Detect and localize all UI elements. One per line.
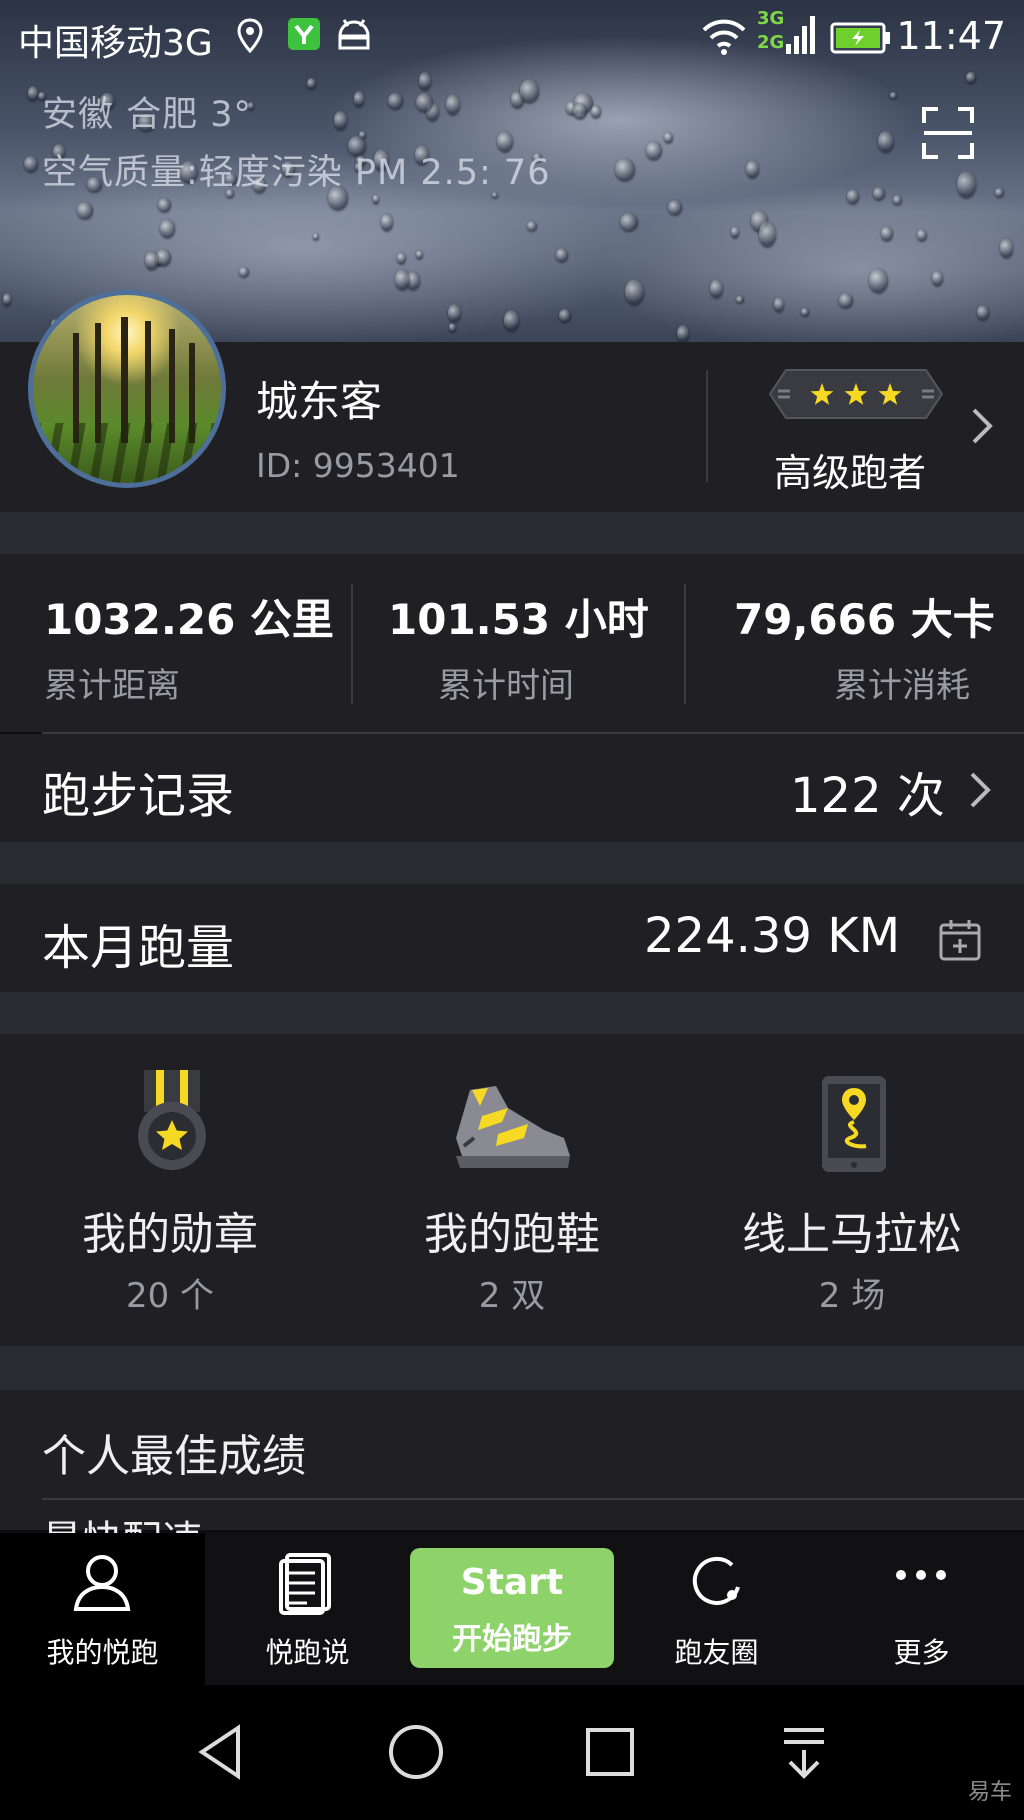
monthly-distance-value: 224.39 KM <box>644 908 901 964</box>
back-icon[interactable] <box>192 1722 252 1782</box>
stats-divider <box>684 584 686 704</box>
phone-map-pin-icon <box>822 1076 886 1172</box>
recent-apps-icon[interactable] <box>580 1722 640 1782</box>
home-icon[interactable] <box>386 1722 446 1782</box>
scan-qr-icon[interactable] <box>920 105 976 161</box>
circle-icon <box>692 1557 740 1605</box>
document-icon <box>279 1553 331 1615</box>
tile-marathon-count: 2 场 <box>818 1276 886 1316</box>
tile-shoes-title: 我的跑鞋 <box>424 1209 600 1260</box>
status-bar: 中国移动3G 3G 2G 11:47 <box>0 0 1024 74</box>
calendar-add-icon[interactable] <box>938 918 982 962</box>
tab-run-talk-label: 悦跑说 <box>265 1636 350 1669</box>
run-records-count: 122 次 <box>790 768 945 824</box>
more-dots-icon <box>896 1570 946 1580</box>
medal-icon <box>138 1070 206 1170</box>
rank-stars-badge <box>768 369 944 419</box>
tile-shoes-count: 2 双 <box>478 1276 546 1316</box>
weather-location: 安徽 合肥 3° <box>42 95 253 135</box>
stat-calories-value: 79,666 大卡 <box>734 595 995 644</box>
run-records-chevron-right-icon[interactable] <box>968 770 992 810</box>
wifi-icon <box>702 19 746 55</box>
tab-friends-circle-label: 跑友圈 <box>674 1636 759 1669</box>
section-separator <box>0 992 1024 1034</box>
signal-icon <box>786 16 815 54</box>
monthly-distance-title: 本月跑量 <box>42 920 235 976</box>
app-notification-icon <box>288 18 320 50</box>
username: 城东客 <box>256 377 383 426</box>
android-debug-icon <box>338 19 370 50</box>
network-2g-label: 2G <box>757 32 785 53</box>
row-divider <box>42 1498 1024 1500</box>
personal-best-title: 个人最佳成绩 <box>42 1431 306 1482</box>
start-button-label: Start <box>460 1562 564 1603</box>
rank-label: 高级跑者 <box>774 451 927 495</box>
start-run-button[interactable]: Start 开始跑步 <box>410 1548 614 1668</box>
weather-header: 中国移动3G 3G 2G 11:47 安徽 合肥 3° 空气质量:轻度污染 PM… <box>0 0 1024 342</box>
location-icon <box>237 18 263 54</box>
user-icon <box>73 1555 131 1611</box>
tab-my-run-label: 我的悦跑 <box>46 1636 159 1669</box>
watermark-text: 易车 <box>967 1780 1012 1805</box>
stat-distance-label: 累计距离 <box>44 666 180 706</box>
run-records-title: 跑步记录 <box>42 768 235 824</box>
user-id: ID: 9953401 <box>256 446 460 485</box>
tile-marathon-title: 线上马拉松 <box>742 1209 962 1260</box>
tab-friends-circle[interactable]: 跑友圈 <box>614 1533 819 1685</box>
system-navigation-bar <box>0 1685 1024 1820</box>
tile-medals-count: 20 个 <box>125 1276 215 1316</box>
tab-my-run[interactable]: 我的悦跑 <box>0 1533 205 1685</box>
tab-run-talk[interactable]: 悦跑说 <box>205 1533 410 1685</box>
section-separator <box>0 842 1024 884</box>
running-shoe-icon <box>456 1086 570 1168</box>
tile-medals-title: 我的勋章 <box>82 1209 258 1260</box>
profile-chevron-right-icon[interactable] <box>970 406 994 446</box>
tab-more[interactable]: 更多 <box>819 1533 1024 1685</box>
tab-more-label: 更多 <box>893 1636 950 1669</box>
section-separator <box>0 512 1024 554</box>
stat-calories-label: 累计消耗 <box>834 666 970 706</box>
stat-time-label: 累计时间 <box>438 666 574 706</box>
profile-divider <box>706 370 708 482</box>
battery-icon <box>830 22 890 54</box>
section-separator <box>0 1346 1024 1390</box>
carrier-name: 中国移动3G <box>18 23 213 64</box>
air-quality: 空气质量:轻度污染 PM 2.5: 76 <box>42 153 551 193</box>
clock: 11:47 <box>896 14 1006 58</box>
stat-time-value: 101.53 小时 <box>388 595 649 644</box>
notification-pulldown-icon[interactable] <box>774 1722 834 1782</box>
stats-divider <box>351 584 353 704</box>
network-3g-label: 3G <box>757 8 785 29</box>
avatar[interactable] <box>28 290 226 488</box>
stat-distance-value: 1032.26 公里 <box>44 595 334 644</box>
start-button-sublabel: 开始跑步 <box>452 1622 572 1657</box>
